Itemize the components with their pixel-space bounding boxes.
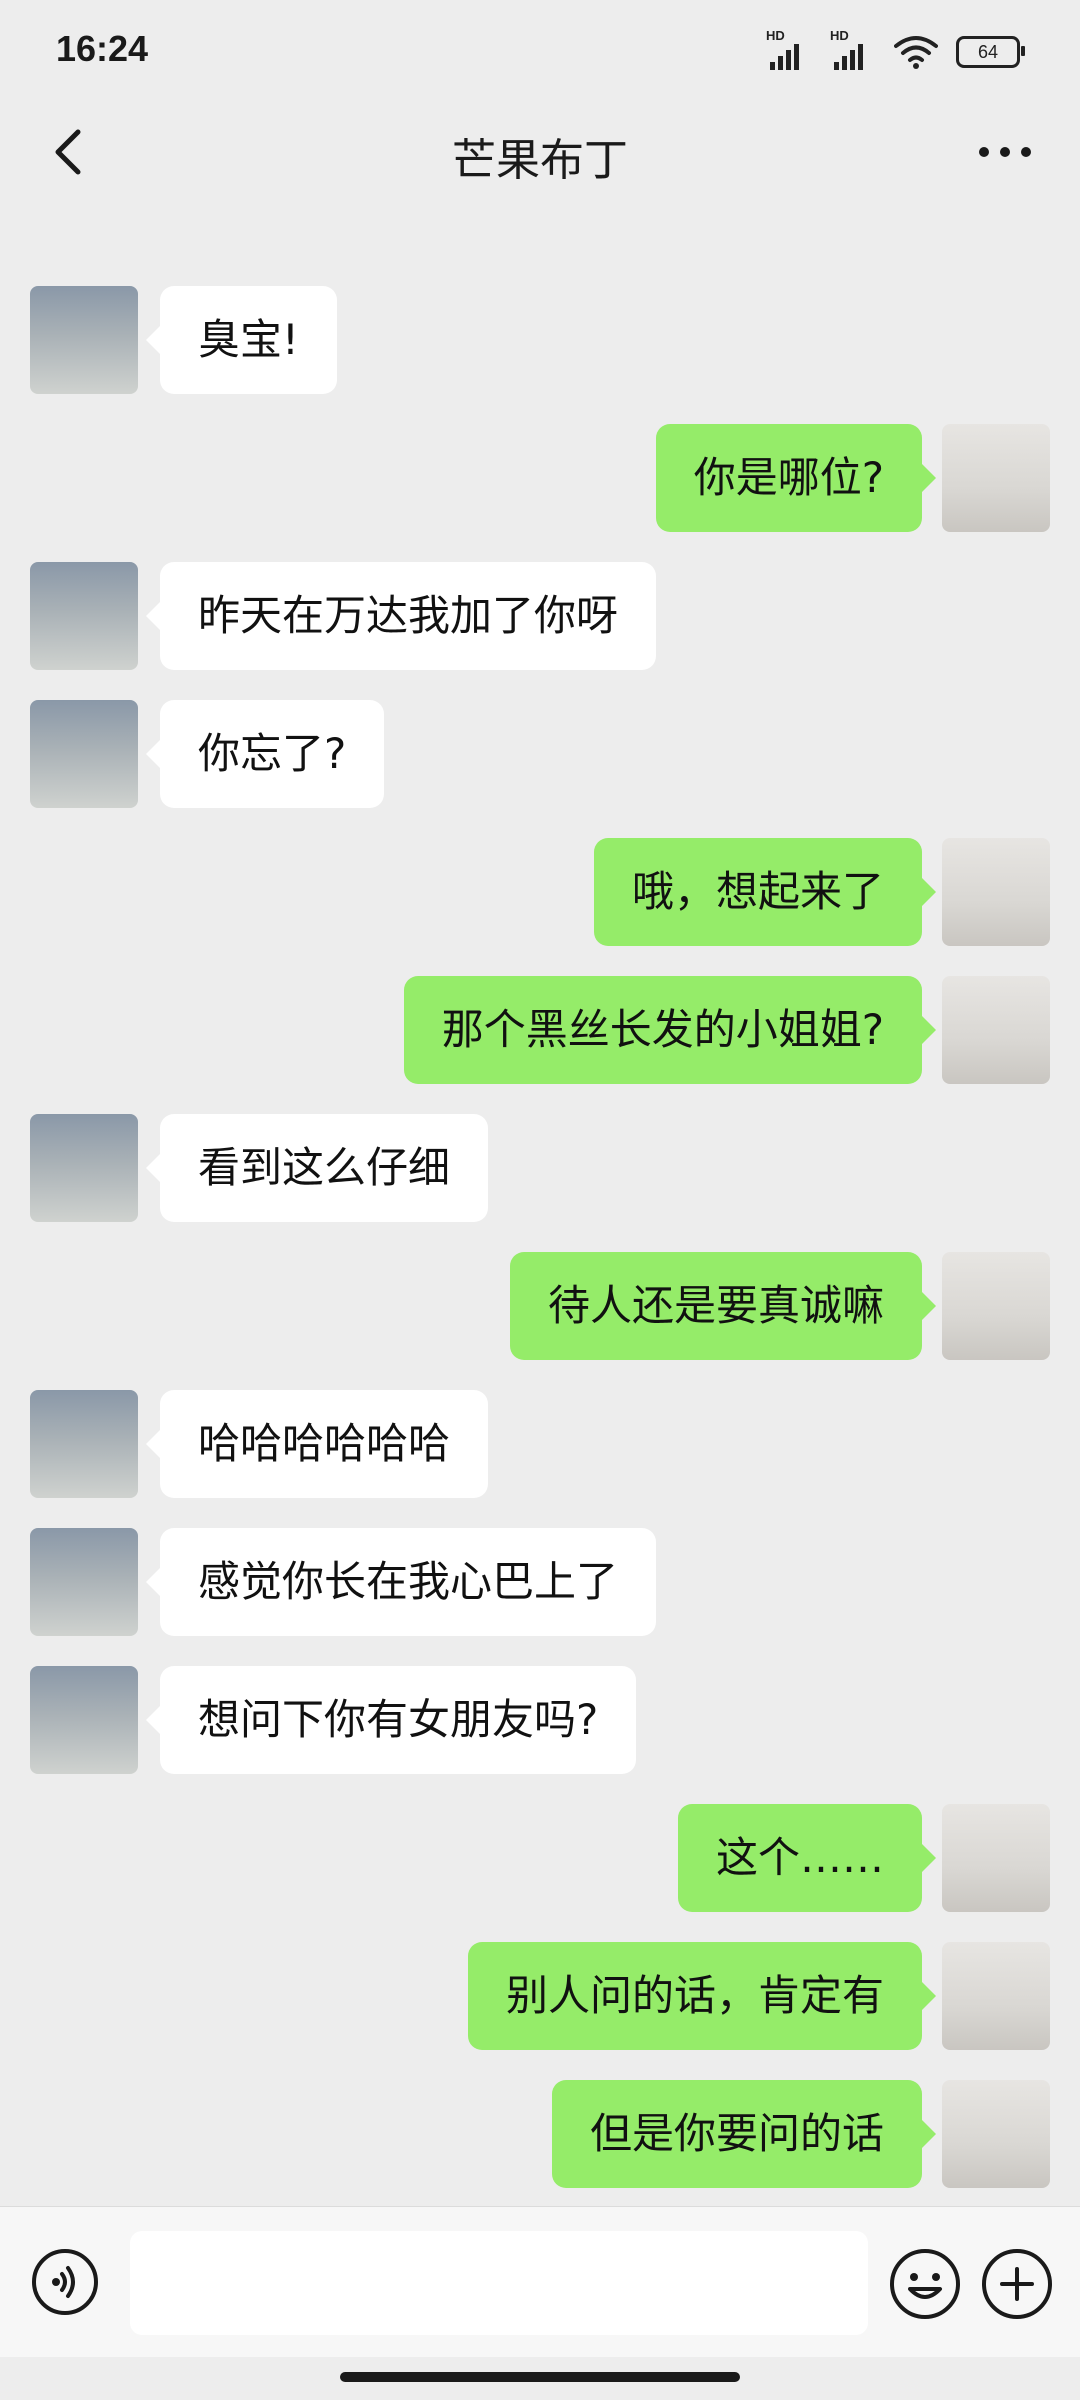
- message-bubble[interactable]: 这个……: [677, 1804, 937, 1912]
- home-indicator[interactable]: [340, 2372, 740, 2382]
- message-bubble[interactable]: 你是哪位?: [655, 424, 937, 532]
- message-bubble[interactable]: 想问下你有女朋友吗?: [145, 1666, 637, 1774]
- user-avatar[interactable]: [942, 424, 1050, 532]
- contact-avatar[interactable]: [30, 562, 138, 670]
- message-incoming: 想问下你有女朋友吗?: [0, 1666, 1080, 1774]
- chat-title: 芒果布丁: [452, 135, 628, 186]
- message-incoming: 哈哈哈哈哈哈: [0, 1390, 1080, 1498]
- contact-avatar[interactable]: [30, 1666, 138, 1774]
- message-bubble[interactable]: 待人还是要真诚嘛: [509, 1252, 937, 1360]
- message-outgoing: 你是哪位?: [0, 424, 1080, 532]
- user-avatar[interactable]: [942, 976, 1050, 1084]
- signal-icon: HD: [766, 28, 812, 70]
- user-avatar[interactable]: [942, 1252, 1050, 1360]
- message-bubble[interactable]: 但是你要问的话: [551, 2080, 937, 2188]
- chat-header: 芒果布丁: [0, 100, 1080, 210]
- user-avatar[interactable]: [942, 838, 1050, 946]
- message-incoming: 昨天在万达我加了你呀: [0, 562, 1080, 670]
- message-incoming: 看到这么仔细: [0, 1114, 1080, 1222]
- message-bubble[interactable]: 哦，想起来了: [593, 838, 937, 946]
- input-bar: [0, 2206, 1080, 2357]
- user-avatar[interactable]: [942, 1942, 1050, 2050]
- signal-hd-label: HD: [830, 28, 849, 43]
- status-icons: HD HD 64: [766, 28, 1025, 74]
- message-bubble[interactable]: 你忘了?: [145, 700, 385, 808]
- status-bar: 16:24 HD HD 64: [0, 0, 1080, 100]
- message-incoming: 感觉你长在我心巴上了: [0, 1528, 1080, 1636]
- status-time: 16:24: [56, 28, 149, 69]
- message-bubble[interactable]: 臭宝!: [146, 286, 337, 394]
- user-avatar[interactable]: [942, 2080, 1050, 2188]
- signal-hd-label: HD: [766, 28, 785, 43]
- message-outgoing: 这个……: [0, 1804, 1080, 1912]
- message-outgoing: 待人还是要真诚嘛: [0, 1252, 1080, 1360]
- message-bubble[interactable]: 那个黑丝长发的小姐姐?: [403, 976, 937, 1084]
- message-bubble[interactable]: 感觉你长在我心巴上了: [145, 1528, 657, 1636]
- message-bubble[interactable]: 看到这么仔细: [145, 1114, 489, 1222]
- plus-icon[interactable]: [980, 2247, 1054, 2321]
- contact-avatar[interactable]: [30, 286, 138, 394]
- message-input[interactable]: [130, 2231, 868, 2335]
- contact-avatar[interactable]: [30, 1390, 138, 1498]
- wifi-icon: [894, 36, 938, 69]
- message-outgoing: 但是你要问的话: [0, 2080, 1080, 2188]
- contact-avatar[interactable]: [30, 1528, 138, 1636]
- voice-icon[interactable]: [30, 2247, 100, 2317]
- message-outgoing: 别人问的话，肯定有: [0, 1942, 1080, 2050]
- message-bubble[interactable]: 昨天在万达我加了你呀: [145, 562, 657, 670]
- message-outgoing: 那个黑丝长发的小姐姐?: [0, 976, 1080, 1084]
- message-bubble[interactable]: 别人问的话，肯定有: [467, 1942, 937, 2050]
- message-outgoing: 哦，想起来了: [0, 838, 1080, 946]
- message-incoming: 臭宝!: [0, 286, 1080, 394]
- more-dots-icon[interactable]: [970, 122, 1040, 182]
- message-bubble[interactable]: 哈哈哈哈哈哈: [145, 1390, 489, 1498]
- emoji-icon[interactable]: [888, 2247, 962, 2321]
- contact-avatar[interactable]: [30, 1114, 138, 1222]
- contact-avatar[interactable]: [30, 700, 138, 808]
- message-incoming: 你忘了?: [0, 700, 1080, 808]
- user-avatar[interactable]: [942, 1804, 1050, 1912]
- battery-indicator: 64: [956, 36, 1025, 68]
- signal-icon: HD: [830, 28, 876, 70]
